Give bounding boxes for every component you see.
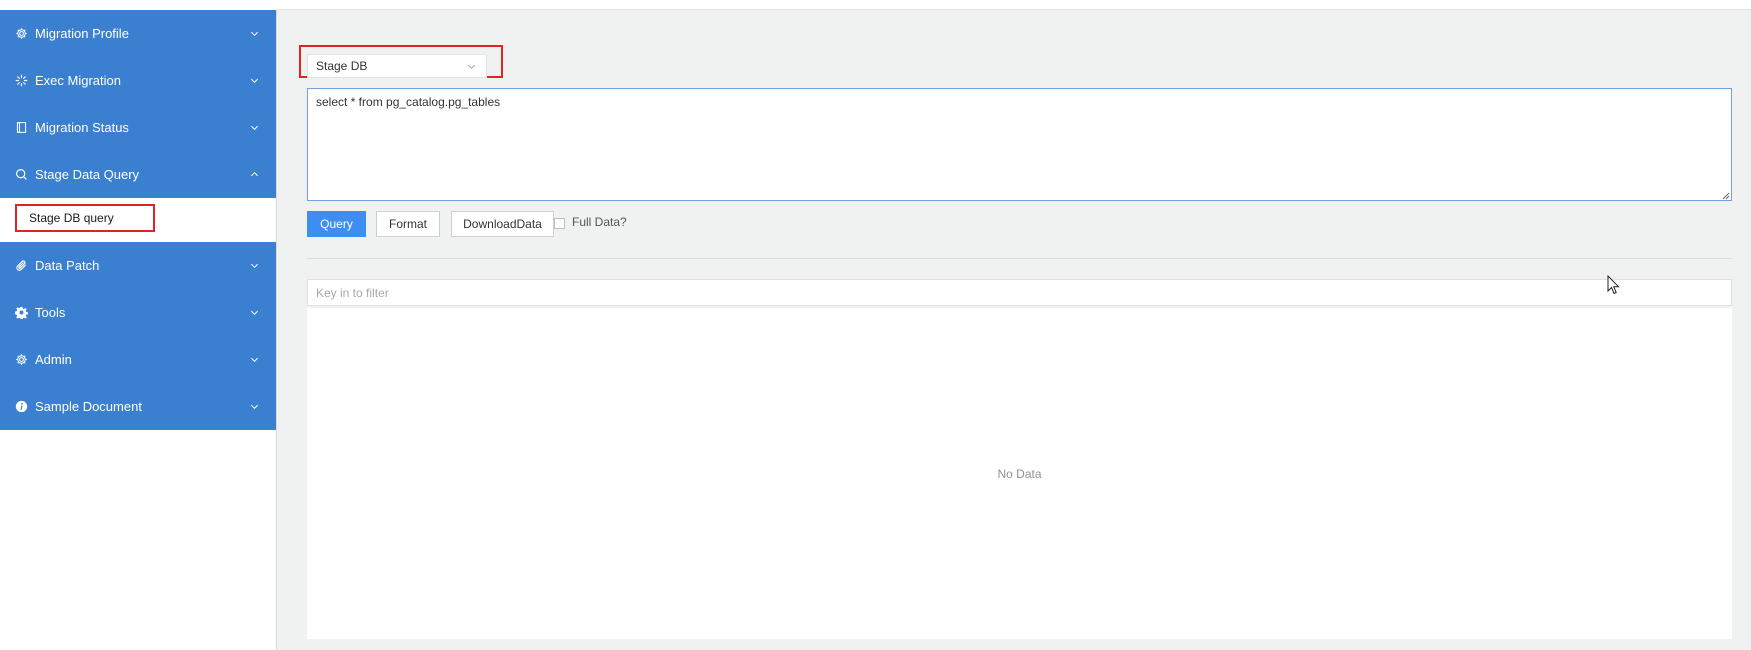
search-icon — [14, 168, 28, 182]
db-select-value: Stage DB — [316, 59, 368, 73]
sql-editor[interactable]: select * from pg_catalog.pg_tables — [307, 88, 1732, 201]
empty-state-text: No Data — [997, 467, 1042, 481]
info-icon — [14, 400, 28, 414]
resize-handle-icon[interactable] — [1720, 190, 1730, 200]
gear-icon — [14, 27, 28, 41]
cog-filled-icon — [14, 306, 28, 320]
full-data-label: Full Data? — [572, 215, 627, 229]
gear-icon — [14, 353, 28, 367]
sidebar-item-migration-status[interactable]: Migration Status — [0, 104, 276, 151]
sidebar-item-tools[interactable]: Tools — [0, 289, 276, 336]
paperclip-icon — [14, 259, 28, 273]
app-root: Migration Profile Exec Migration Migrati… — [0, 0, 1751, 650]
divider — [307, 258, 1732, 259]
chevron-down-icon — [250, 310, 259, 315]
sidebar-item-label: Exec Migration — [35, 73, 121, 88]
chevron-down-icon — [250, 31, 259, 36]
loading-spinner-icon — [14, 74, 28, 88]
chevron-up-icon — [250, 171, 259, 176]
sidebar-item-label: Stage Data Query — [35, 167, 140, 182]
sidebar-item-label: Sample Document — [35, 399, 142, 414]
sidebar-item-label: Migration Status — [35, 120, 129, 135]
sidebar: Migration Profile Exec Migration Migrati… — [0, 10, 277, 650]
sidebar-item-label: Admin — [35, 352, 72, 367]
sidebar-item-stage-data-query[interactable]: Stage Data Query — [0, 151, 276, 198]
sidebar-item-label: Data Patch — [35, 258, 100, 273]
chevron-down-icon — [250, 357, 259, 362]
chevron-down-icon — [250, 125, 259, 130]
submenu-stage-data-query: Stage DB query — [0, 198, 276, 242]
sidebar-item-sample-document[interactable]: Sample Document — [0, 383, 276, 430]
chevron-down-icon — [250, 404, 259, 409]
sidebar-item-label: Migration Profile — [35, 26, 129, 41]
mouse-cursor-icon — [1607, 275, 1620, 295]
filter-input[interactable] — [307, 279, 1732, 306]
sidebar-item-admin[interactable]: Admin — [0, 336, 276, 383]
sidebar-item-exec-migration[interactable]: Exec Migration — [0, 57, 276, 104]
results-panel: No Data — [307, 308, 1732, 639]
download-data-button[interactable]: DownloadData — [451, 211, 554, 237]
book-icon — [14, 121, 28, 135]
sidebar-menu: Migration Profile Exec Migration Migrati… — [0, 10, 276, 430]
submenu-item-stage-db-query[interactable]: Stage DB query — [15, 204, 155, 232]
format-button[interactable]: Format — [376, 211, 440, 237]
full-data-checkbox[interactable] — [554, 218, 565, 229]
db-select[interactable]: Stage DB — [307, 54, 487, 78]
sidebar-item-data-patch[interactable]: Data Patch — [0, 242, 276, 289]
chevron-down-icon — [250, 78, 259, 83]
query-button[interactable]: Query — [307, 211, 366, 237]
sidebar-item-migration-profile[interactable]: Migration Profile — [0, 10, 276, 57]
chevron-down-icon — [468, 64, 475, 69]
main-content: Stage DB select * from pg_catalog.pg_tab… — [277, 9, 1751, 650]
sidebar-item-label: Tools — [35, 305, 66, 320]
chevron-down-icon — [250, 263, 259, 268]
